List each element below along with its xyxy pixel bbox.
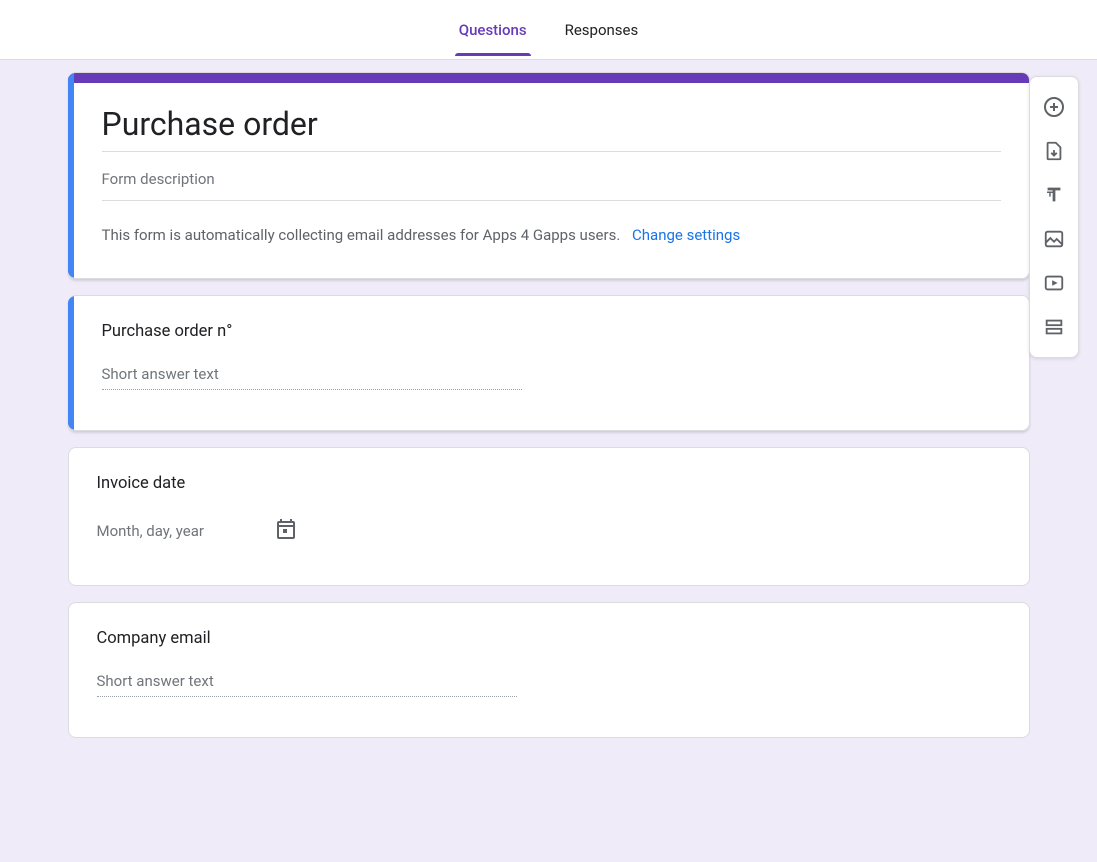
- date-placeholder: Month, day, year: [97, 522, 204, 540]
- question-title[interactable]: Invoice date: [97, 474, 1001, 493]
- form-description[interactable]: Form description: [102, 160, 1001, 201]
- question-title[interactable]: Company email: [97, 629, 1001, 648]
- add-section-button[interactable]: [1036, 307, 1072, 347]
- add-video-button[interactable]: [1036, 263, 1072, 303]
- add-title-button[interactable]: [1036, 175, 1072, 215]
- question-card[interactable]: Purchase order n° Short answer text: [68, 295, 1030, 431]
- email-collection-notice: This form is automatically collecting em…: [102, 225, 1001, 246]
- editor-tabs: Questions Responses: [0, 0, 1097, 60]
- add-image-button[interactable]: [1036, 219, 1072, 259]
- workspace: Purchase order Form description This for…: [0, 60, 1097, 862]
- email-notice-text: This form is automatically collecting em…: [102, 226, 621, 244]
- tab-questions[interactable]: Questions: [455, 21, 531, 55]
- question-card[interactable]: Company email Short answer text: [68, 602, 1030, 738]
- tab-responses[interactable]: Responses: [561, 21, 643, 55]
- short-answer-placeholder: Short answer text: [97, 672, 517, 697]
- date-answer-row: Month, day, year: [97, 517, 1001, 545]
- calendar-icon: [274, 517, 298, 545]
- form-title[interactable]: Purchase order: [102, 97, 1001, 152]
- change-settings-link[interactable]: Change settings: [632, 226, 740, 244]
- question-card[interactable]: Invoice date Month, day, year: [68, 447, 1030, 586]
- form-area: Purchase order Form description This for…: [68, 72, 1030, 822]
- short-answer-placeholder: Short answer text: [102, 365, 522, 390]
- form-header-card[interactable]: Purchase order Form description This for…: [68, 72, 1030, 279]
- import-questions-button[interactable]: [1036, 131, 1072, 171]
- question-title[interactable]: Purchase order n°: [102, 322, 1001, 341]
- side-toolbar: [1029, 76, 1079, 358]
- add-question-button[interactable]: [1036, 87, 1072, 127]
